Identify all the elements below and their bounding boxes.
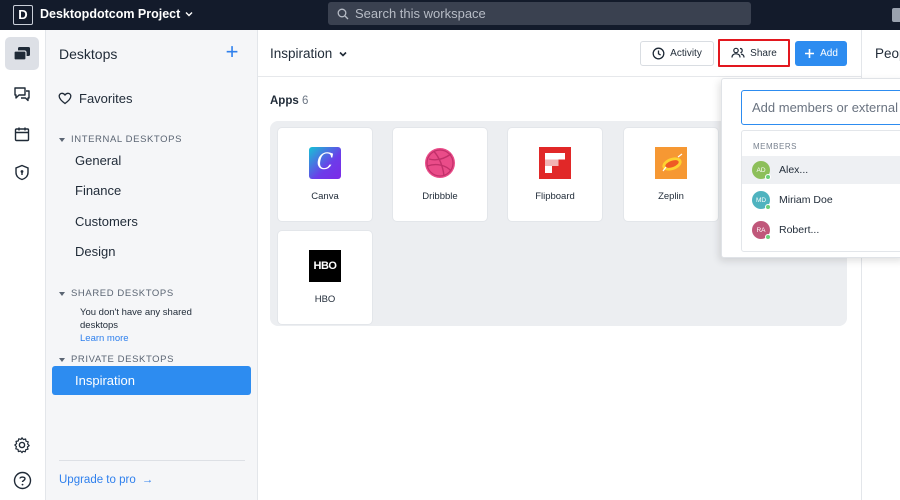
share-popup: MEMBERS AD Alex... MD Miriam Doe RA Robe…: [721, 78, 900, 258]
collapse-caret-icon: [59, 291, 65, 296]
section-title: PRIVATE DESKTOPS: [71, 354, 175, 365]
favorites-label: Favorites: [79, 91, 133, 106]
project-name: Desktopdotcom Project: [40, 7, 181, 21]
window-control[interactable]: [892, 8, 900, 22]
online-status-icon: [765, 174, 771, 180]
avatar-initials: MD: [755, 196, 767, 204]
app-name: Flipboard: [535, 191, 575, 202]
chevron-down-icon: [185, 12, 193, 17]
canva-icon: C: [309, 147, 341, 179]
apps-heading: Apps 6: [270, 95, 308, 107]
main-header: Inspiration Activity Share Add: [258, 30, 861, 77]
add-desktop-button[interactable]: +: [222, 41, 242, 64]
share-label: Share: [750, 47, 777, 59]
desktop-title-dropdown[interactable]: Inspiration: [270, 46, 348, 61]
section-title: INTERNAL DESKTOPS: [71, 134, 183, 145]
upgrade-link[interactable]: Upgrade to pro →: [59, 474, 153, 486]
avatar-initials: RA: [756, 226, 766, 234]
add-button[interactable]: Add: [795, 41, 847, 66]
add-members-input[interactable]: [741, 90, 900, 125]
apps-count: 6: [301, 95, 309, 107]
member-name: Robert...: [779, 224, 820, 236]
section-title: SHARED DESKTOPS: [71, 288, 174, 299]
avatar: MD: [752, 191, 771, 210]
member-name: Miriam Doe: [779, 194, 833, 206]
calendar-icon[interactable]: [5, 117, 39, 150]
app-tile-hbo[interactable]: HBO HBO: [278, 231, 372, 324]
zeplin-icon: [655, 147, 687, 179]
desktops-icon[interactable]: [5, 37, 39, 70]
sidebar-item-general[interactable]: General: [75, 153, 121, 168]
people-icon: [731, 47, 745, 58]
sidebar-item-design[interactable]: Design: [75, 244, 115, 259]
member-option[interactable]: RA Robert...: [742, 216, 900, 244]
add-label: Add: [820, 48, 838, 59]
sidebar-item-favorites[interactable]: Favorites: [58, 91, 132, 106]
app-name: Canva: [311, 191, 339, 202]
avatar: RA: [752, 221, 771, 240]
sidebar-title: Desktops: [59, 46, 118, 62]
hbo-icon: HBO: [309, 250, 341, 282]
member-option[interactable]: AD Alex...: [742, 156, 900, 184]
app-name: Dribbble: [422, 191, 458, 202]
upgrade-label: Upgrade to pro: [59, 474, 136, 486]
app-name: HBO: [314, 294, 336, 305]
member-name: Alex...: [779, 164, 809, 176]
apps-title: Apps: [270, 95, 299, 107]
desktops-sidebar: Desktops + Favorites INTERNAL DESKTOPS G…: [46, 30, 258, 500]
shared-empty-note: You don't have any shared desktops Learn…: [80, 306, 230, 345]
page-title: Inspiration: [270, 46, 333, 61]
project-switcher[interactable]: Desktopdotcom Project: [40, 7, 194, 21]
avatar-initials: AD: [756, 166, 766, 174]
activity-button[interactable]: Activity: [640, 41, 714, 66]
chevron-down-icon: [339, 51, 347, 57]
members-label: MEMBERS: [753, 142, 797, 151]
heart-icon: [58, 92, 72, 105]
sidebar-item-customers[interactable]: Customers: [75, 214, 138, 229]
icon-rail: [0, 30, 46, 500]
arrow-right-icon: →: [141, 474, 154, 486]
shared-desktops-header[interactable]: SHARED DESKTOPS: [59, 288, 174, 299]
members-dropdown: MEMBERS AD Alex... MD Miriam Doe RA Robe…: [741, 130, 900, 252]
help-icon[interactable]: [5, 464, 39, 497]
collapse-caret-icon: [59, 357, 65, 362]
online-status-icon: [765, 234, 771, 240]
learn-more-link[interactable]: Learn more: [80, 332, 230, 345]
search-icon: [337, 8, 349, 19]
top-bar: D Desktopdotcom Project: [0, 0, 900, 30]
plus-icon: [805, 49, 815, 58]
member-option[interactable]: MD Miriam Doe: [742, 186, 900, 214]
app-tile-canva[interactable]: C Canva: [278, 128, 372, 221]
activity-label: Activity: [670, 48, 702, 59]
flipboard-icon: [539, 147, 571, 179]
shared-note-text: You don't have any shared desktops: [80, 307, 192, 331]
clock-icon: [652, 47, 665, 60]
internal-desktops-header[interactable]: INTERNAL DESKTOPS: [59, 134, 182, 145]
avatar: AD: [752, 161, 771, 180]
app-tile-dribbble[interactable]: Dribbble: [393, 128, 487, 221]
sidebar-item-inspiration[interactable]: Inspiration: [52, 366, 251, 395]
dribbble-icon: [424, 147, 456, 179]
chat-icon[interactable]: [5, 77, 39, 110]
workspace-logo[interactable]: D: [13, 5, 33, 25]
sidebar-item-finance[interactable]: Finance: [75, 183, 121, 198]
app-tile-zeplin[interactable]: Zeplin: [624, 128, 718, 221]
online-status-icon: [765, 204, 771, 210]
people-panel-title: Peop: [875, 46, 900, 61]
divider: [59, 460, 245, 461]
shield-icon[interactable]: [5, 156, 39, 189]
workspace-search[interactable]: [328, 2, 751, 25]
app-tile-flipboard[interactable]: Flipboard: [508, 128, 602, 221]
app-name: Zeplin: [658, 191, 684, 202]
share-button[interactable]: Share: [718, 39, 790, 67]
search-input[interactable]: [355, 6, 735, 21]
private-desktops-header[interactable]: PRIVATE DESKTOPS: [59, 354, 174, 365]
settings-icon[interactable]: [5, 428, 39, 461]
collapse-caret-icon: [59, 137, 65, 142]
